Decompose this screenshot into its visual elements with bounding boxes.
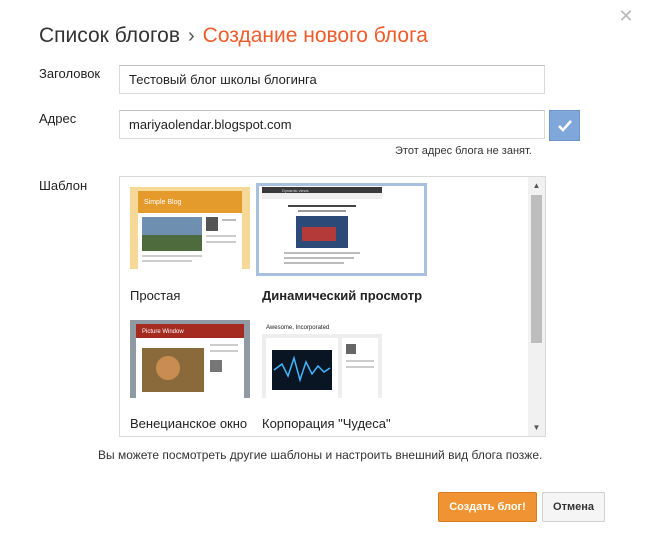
template-list[interactable]: Simple Blog Простая Dynamic views Динами… [119, 176, 546, 437]
template-name: Венецианское окно [130, 416, 248, 431]
page-title: Список блогов › Создание нового блога [39, 24, 428, 48]
create-blog-button[interactable]: Создать блог! [438, 492, 537, 522]
template-awesome-inc[interactable]: Awesome, Incorporated Корпорация "Чудеса… [262, 320, 422, 436]
template-name: Корпорация "Чудеса" [262, 416, 391, 431]
scroll-up-arrow-icon[interactable]: ▲ [528, 177, 545, 194]
address-check-button[interactable] [549, 110, 580, 141]
template-list-scrollbar[interactable]: ▲ ▼ [528, 177, 545, 436]
templates-note: Вы можете посмотреть другие шаблоны и на… [98, 448, 543, 462]
breadcrumb-current: Создание нового блога [202, 24, 428, 47]
breadcrumb-blog-list[interactable]: Список блогов [39, 24, 180, 47]
title-label: Заголовок [39, 66, 101, 81]
close-icon[interactable]: ✕ [616, 6, 636, 26]
template-awesome-thumbnail: Awesome, Incorporated [262, 320, 382, 398]
svg-text:Dynamic views: Dynamic views [282, 188, 309, 193]
address-label: Адрес [39, 111, 77, 126]
scrollbar-thumb[interactable] [531, 195, 542, 343]
svg-text:Simple Blog: Simple Blog [144, 199, 181, 206]
template-dynamic-views[interactable]: Dynamic views Динамический просмотр [262, 187, 422, 307]
template-label: Шаблон [39, 178, 88, 193]
template-dynamic-thumbnail: Dynamic views [262, 187, 382, 269]
blog-title-input[interactable]: Тестовый блог школы блогинга [119, 65, 545, 94]
scroll-down-arrow-icon[interactable]: ▼ [528, 419, 545, 436]
svg-text:Awesome, Incorporated: Awesome, Incorporated [266, 325, 329, 331]
blog-address-input[interactable]: mariyaolendar.blogspot.com [119, 110, 545, 139]
template-picture-window[interactable]: Picture Window Венецианское окно [130, 320, 255, 436]
breadcrumb-separator: › [188, 25, 195, 47]
template-simple[interactable]: Simple Blog Простая [130, 187, 255, 307]
template-simple-thumbnail: Simple Blog [130, 187, 250, 269]
template-name: Простая [130, 288, 181, 303]
template-name: Динамический просмотр [262, 288, 423, 303]
svg-text:Picture Window: Picture Window [142, 329, 184, 335]
address-status: Этот адрес блога не занят. [395, 145, 532, 157]
template-picture-window-thumbnail: Picture Window [130, 320, 250, 398]
checkmark-icon [557, 119, 572, 132]
cancel-button[interactable]: Отмена [542, 492, 605, 522]
